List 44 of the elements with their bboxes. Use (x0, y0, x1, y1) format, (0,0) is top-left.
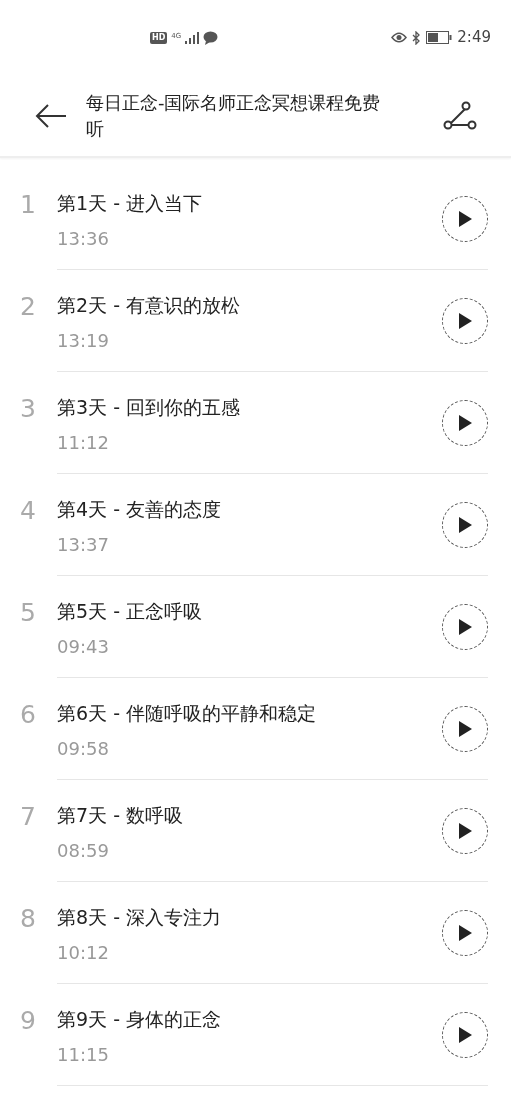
episode-duration: 13:36 (57, 227, 110, 250)
bluetooth-icon (412, 30, 422, 45)
episode-duration: 09:43 (57, 635, 110, 658)
episode-title[interactable]: 第9天 - 身体的正念 (57, 1005, 442, 1032)
episode-number: 8 (20, 904, 36, 933)
episode-title[interactable]: 第1天 - 进入当下 (57, 189, 442, 216)
play-icon (457, 719, 473, 738)
episode-title[interactable]: 第6天 - 伴随呼吸的平静和稳定 (57, 699, 442, 726)
episode-title[interactable]: 第2天 - 有意识的放松 (57, 291, 442, 318)
play-icon (457, 515, 473, 534)
play-icon (457, 617, 473, 636)
hd-badge: HD (150, 31, 168, 44)
episode-title[interactable]: 第8天 - 深入专注力 (57, 903, 442, 930)
episode-title[interactable]: 第4天 - 友善的态度 (57, 495, 442, 522)
episode-duration: 10:12 (57, 941, 110, 964)
play-icon (457, 209, 473, 228)
clock-time: 2:49 (457, 27, 491, 49)
episode-title[interactable]: 第3天 - 回到你的五感 (57, 393, 442, 420)
episode-duration: 09:58 (57, 737, 110, 760)
page-title: 每日正念-国际名师正念冥想课程免费听 (86, 90, 382, 141)
signal-icon (185, 31, 200, 44)
episode-title[interactable]: 第7天 - 数呼吸 (57, 801, 442, 828)
episode-number: 5 (20, 598, 36, 627)
play-icon (457, 923, 473, 942)
episode-number: 2 (20, 292, 36, 321)
episode-number: 4 (20, 496, 36, 525)
episode-duration: 08:59 (57, 839, 110, 862)
episode-number: 1 (20, 190, 36, 219)
battery-icon (426, 31, 453, 44)
episode-duration: 11:12 (57, 431, 110, 454)
episode-title[interactable]: 第5天 - 正念呼吸 (57, 597, 442, 624)
play-icon (457, 311, 473, 330)
episode-duration: 13:19 (57, 329, 110, 352)
play-icon (457, 821, 473, 840)
chat-bubble-icon (203, 30, 219, 45)
episode-number: 6 (20, 700, 36, 729)
eye-icon (391, 32, 408, 43)
episode-number: 3 (20, 394, 36, 423)
episode-duration: 11:15 (57, 1043, 110, 1066)
play-icon (457, 413, 473, 432)
episode-number: 9 (20, 1006, 36, 1035)
play-icon (457, 1025, 473, 1044)
episode-number: 7 (20, 802, 36, 831)
episode-duration: 13:37 (57, 533, 110, 556)
